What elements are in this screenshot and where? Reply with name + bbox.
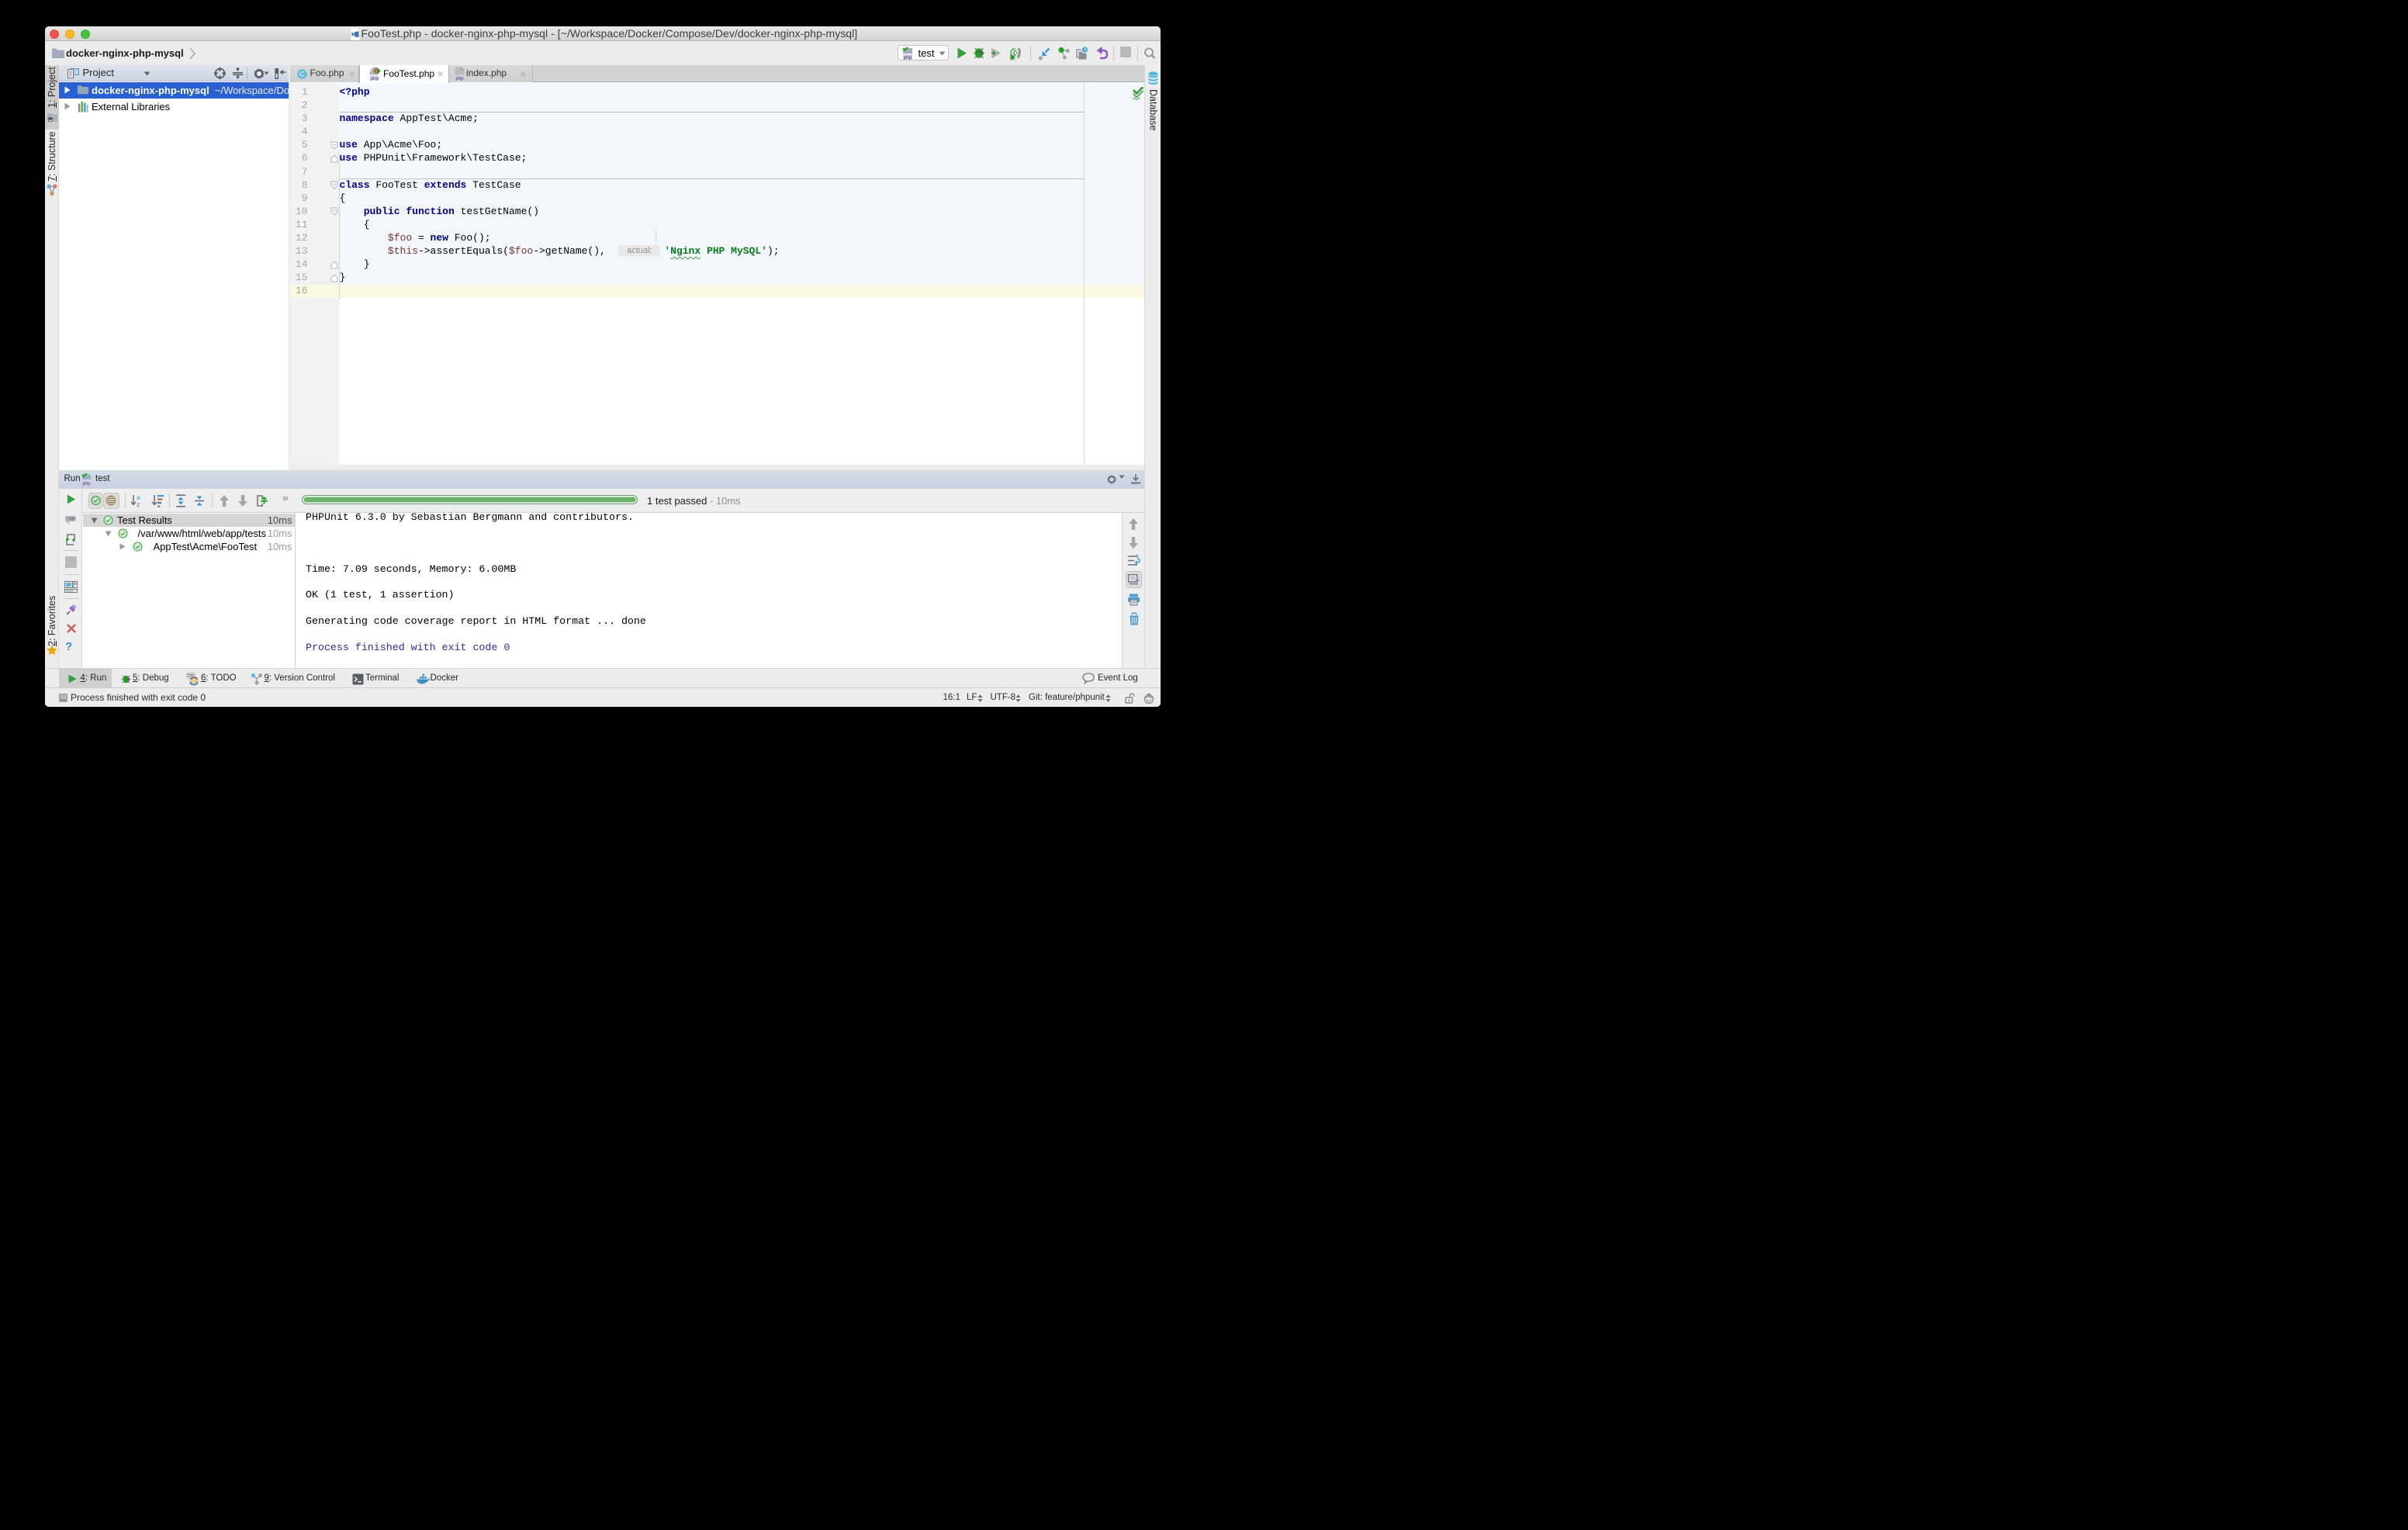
svg-text:C: C xyxy=(299,70,305,78)
svg-text:php: php xyxy=(370,77,379,81)
svg-text:php: php xyxy=(82,480,91,486)
svg-text:z: z xyxy=(137,500,140,508)
svg-text:php: php xyxy=(903,55,912,60)
svg-text:php: php xyxy=(455,77,464,81)
